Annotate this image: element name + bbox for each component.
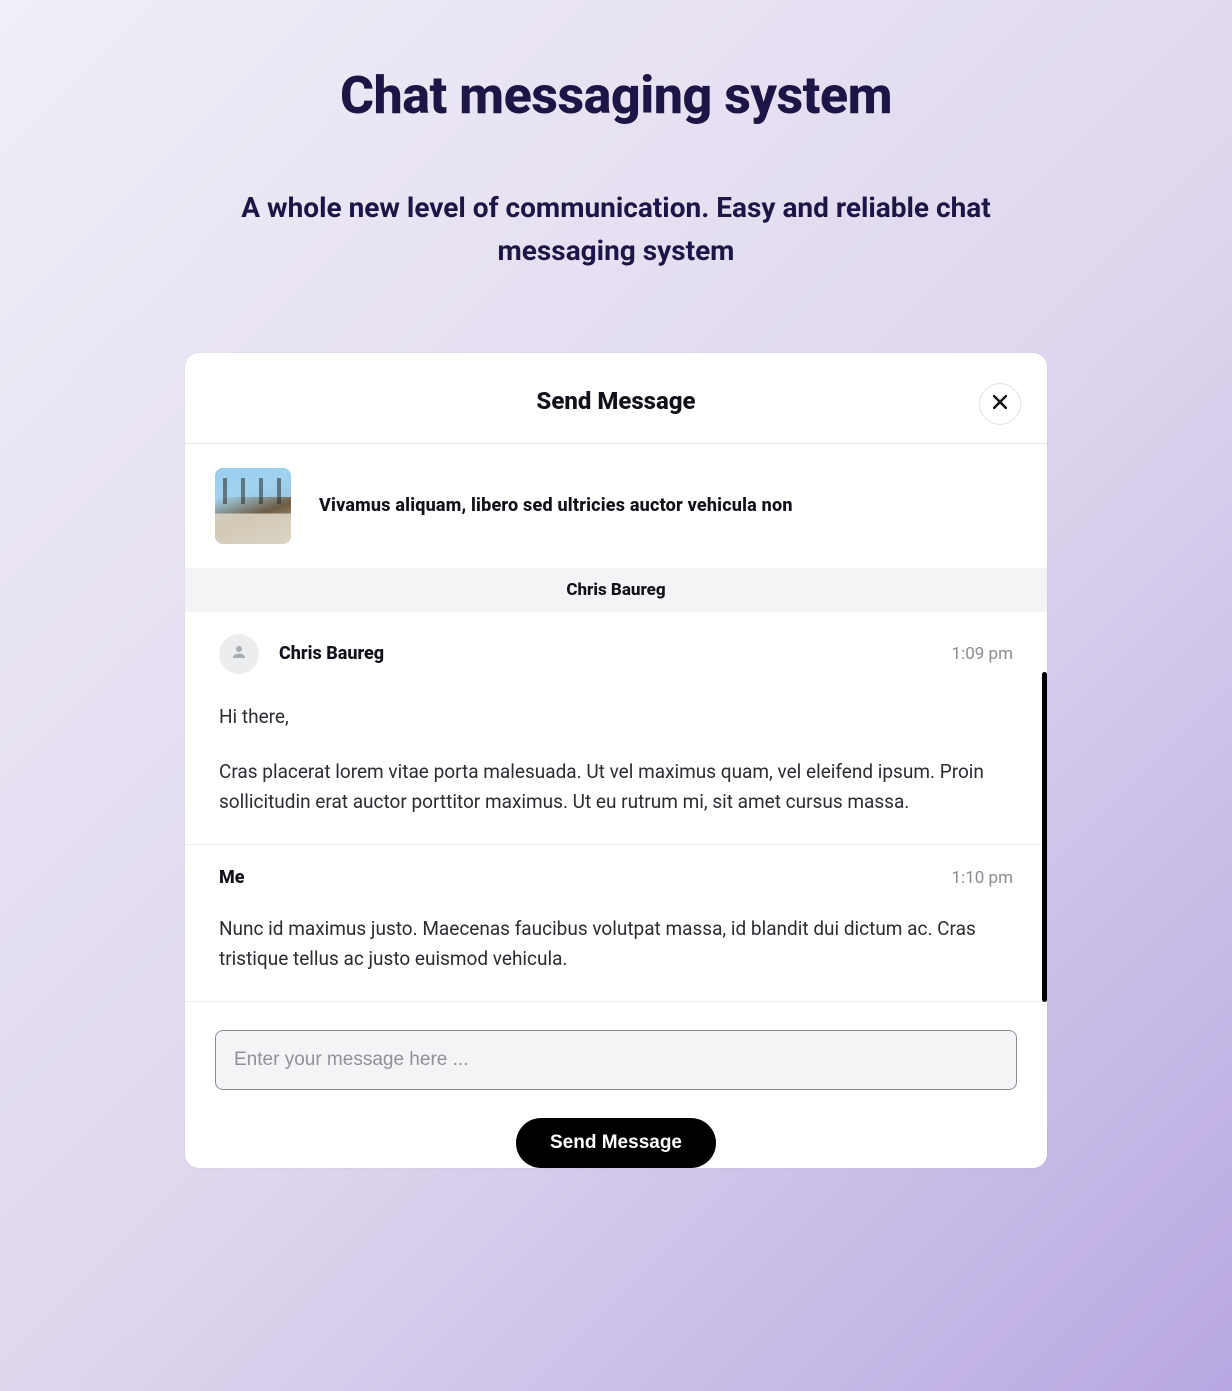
message-body: Nunc id maximus justo. Maecenas faucibus… [219,914,1013,973]
topic-row: Vivamus aliquam, libero sed ultricies au… [185,444,1047,568]
topic-thumbnail [215,468,291,544]
avatar [219,634,259,674]
message-list: Chris Baureg 1:09 pm Hi there, Cras plac… [185,612,1047,1002]
message-body: Hi there, Cras placerat lorem vitae port… [219,702,1013,816]
modal-header: Send Message [185,353,1047,444]
message-input[interactable] [215,1030,1017,1090]
send-message-modal: Send Message Vivamus aliquam, libero sed… [185,353,1047,1168]
message-header: Chris Baureg 1:09 pm [219,634,1013,674]
message-paragraph: Cras placerat lorem vitae porta malesuad… [219,757,1013,816]
message-paragraph: Nunc id maximus justo. Maecenas faucibus… [219,914,1013,973]
participant-bar: Chris Baureg [185,568,1047,612]
message-paragraph: Hi there, [219,702,1013,731]
page-subtitle: A whole new level of communication. Easy… [226,186,1006,273]
topic-title: Vivamus aliquam, libero sed ultricies au… [319,495,793,516]
compose-area [185,1002,1047,1090]
close-icon [993,395,1007,412]
message-time: 1:09 pm [952,644,1013,664]
message-header: Me 1:10 pm [219,867,1013,888]
modal-title: Send Message [205,387,1027,415]
page-title: Chat messaging system [0,0,1232,126]
message-item: Me 1:10 pm Nunc id maximus justo. Maecen… [185,845,1047,1002]
send-message-button[interactable]: Send Message [516,1118,716,1168]
message-author: Chris Baureg [279,643,384,664]
person-icon [230,643,248,665]
message-author: Me [219,867,245,888]
message-item: Chris Baureg 1:09 pm Hi there, Cras plac… [185,612,1047,845]
message-time: 1:10 pm [952,868,1013,888]
close-button[interactable] [979,383,1021,425]
